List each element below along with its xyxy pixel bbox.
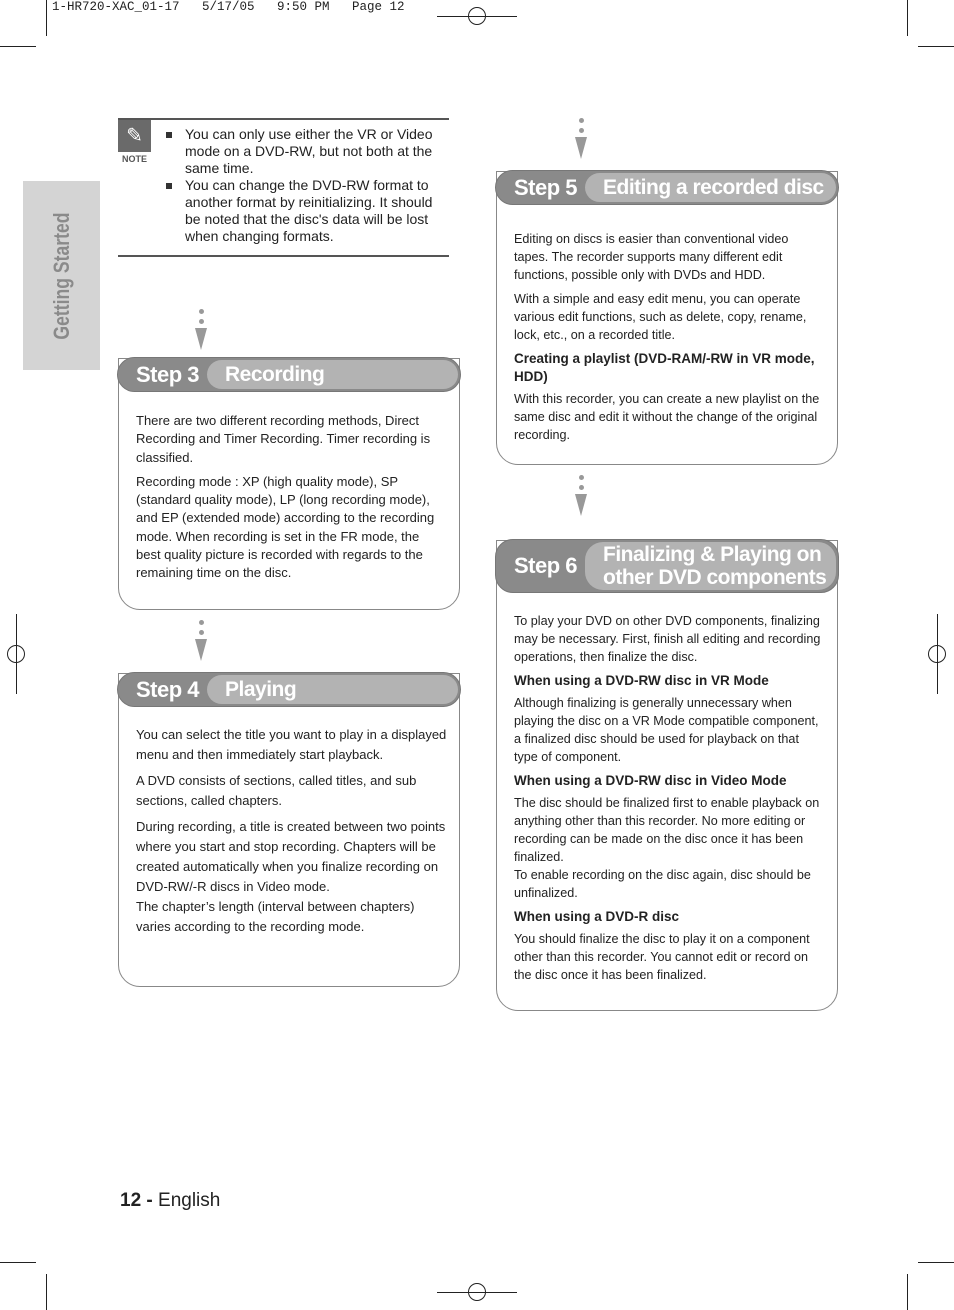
registration-mark (7, 645, 25, 663)
registration-mark (468, 7, 486, 25)
step-title: Finalizing & Playing on other DVD compone… (585, 542, 836, 590)
crop-mark (0, 1262, 36, 1263)
crop-mark (46, 1274, 47, 1310)
crop-mark (46, 0, 47, 36)
subheading: When using a DVD-R disc (514, 909, 680, 924)
step-title-line: other DVD components (603, 566, 827, 589)
registration-mark (468, 1283, 486, 1301)
paragraph: You can select the title you want to pla… (136, 727, 447, 762)
arrow-down-icon (575, 118, 587, 159)
print-slug: 1-HR720-XAC_01-17 5/17/05 9:50 PM Page 1… (52, 0, 405, 14)
step-number: Step 6 (514, 553, 578, 578)
arrow-down-icon (195, 309, 207, 350)
step-header: Step 6 Finalizing & Playing on other DVD … (495, 539, 839, 593)
note-box: You can only use either the VR or Video … (118, 118, 449, 257)
step-header: Step 5 Editing a recorded disc (495, 170, 839, 205)
step-title-line: Finalizing & Playing on (603, 543, 822, 566)
registration-mark (928, 645, 946, 663)
note-item: You can only use either the VR or Video … (166, 126, 446, 177)
paragraph: The disc should be finalized first to en… (514, 796, 820, 864)
subheading: When using a DVD-RW disc in Video Mode (514, 773, 787, 788)
step-header: Step 3 Recording (117, 357, 461, 392)
arrow-down-icon (575, 475, 587, 516)
step-title: Editing a recorded disc (585, 173, 836, 202)
paragraph: Although finalizing is generally unneces… (514, 696, 819, 764)
paragraph: Recording mode : XP (high quality mode),… (136, 473, 435, 581)
paragraph: The chapter’s length (interval between c… (136, 899, 415, 934)
step-title: Recording (207, 360, 458, 389)
crop-mark (0, 46, 36, 47)
step-title: Playing (207, 675, 458, 704)
crop-mark (907, 0, 908, 36)
paragraph: A DVD consists of sections, called title… (136, 773, 417, 808)
note-item: You can change the DVD-RW format to anot… (166, 177, 446, 245)
paragraph: During recording, a title is created bet… (136, 819, 446, 894)
step-number: Step 5 (514, 174, 578, 200)
step-3-box: Step 3 Recording There are two different… (117, 357, 461, 610)
section-tab: Getting Started (23, 181, 100, 370)
step-4-box: Step 4 Playing You can select the title … (117, 672, 461, 987)
paragraph: With a simple and easy edit menu, you ca… (514, 292, 807, 342)
step-5-box: Step 5 Editing a recorded disc Editing o… (495, 170, 839, 465)
page-number: 12 - (120, 1190, 153, 1211)
subheading: When using a DVD-RW disc in VR Mode (514, 673, 769, 688)
arrow-down-icon (195, 620, 207, 661)
paragraph: There are two different recording method… (136, 413, 431, 465)
step-number: Step 4 (136, 676, 200, 702)
paragraph: To play your DVD on other DVD components… (514, 614, 821, 664)
step-number: Step 3 (136, 361, 200, 387)
crop-mark (918, 1262, 954, 1263)
paragraph: With this recorder, you can create a new… (514, 392, 820, 442)
subheading: Creating a playlist (DVD-RAM/-RW in VR m… (514, 351, 815, 384)
step-6-box: Step 6 Finalizing & Playing on other DVD … (495, 539, 839, 1011)
language-label: English (158, 1190, 221, 1211)
page-footer: 12 - English (120, 1190, 220, 1212)
paragraph: To enable recording on the disc again, d… (514, 868, 811, 900)
crop-mark (907, 1274, 908, 1310)
paragraph: Editing on discs is easier than conventi… (514, 232, 789, 282)
step-header: Step 4 Playing (117, 672, 461, 707)
section-tab-label: Getting Started (48, 211, 74, 340)
paragraph: You should finalize the disc to play it … (514, 932, 810, 982)
crop-mark (918, 46, 954, 47)
